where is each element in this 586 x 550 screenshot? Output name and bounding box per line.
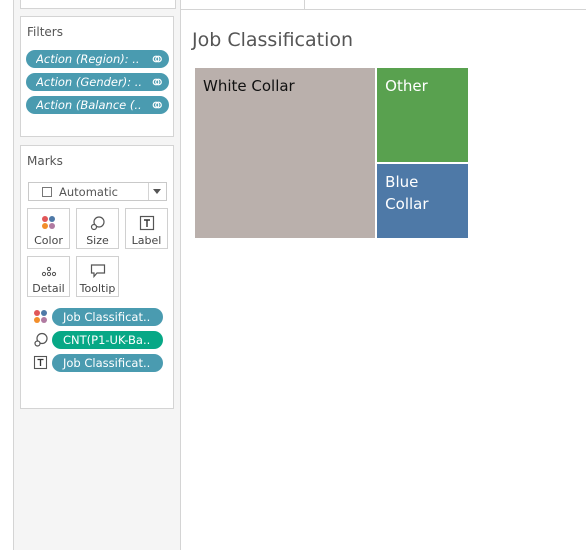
label-icon: [139, 215, 155, 231]
size-icon: [34, 332, 48, 347]
treemap-cell-blue-collar[interactable]: Blue Collar: [377, 163, 468, 238]
label-button[interactable]: Label: [125, 208, 168, 249]
filter-pill-label: Action (Gender): ..: [36, 75, 143, 89]
label-field-pill[interactable]: Job Classificat..: [52, 354, 163, 372]
toolbar-strip: [181, 0, 586, 10]
automatic-mark-icon: [42, 187, 52, 197]
color-button[interactable]: Color: [27, 208, 70, 249]
color-field-pill[interactable]: Job Classificat..: [52, 308, 163, 326]
tooltip-button-label: Tooltip: [79, 282, 116, 295]
label-icon: [33, 355, 48, 370]
view-title: Job Classification: [192, 29, 354, 51]
field-pill-label: Job Classificat..: [63, 356, 151, 370]
link-icon: [152, 55, 162, 63]
tooltip-icon: [90, 264, 106, 279]
marks-title: Marks: [27, 154, 63, 168]
detail-icon: [41, 266, 57, 277]
chevron-down-icon[interactable]: [153, 189, 161, 194]
pages-shelf: [20, 0, 176, 9]
link-icon: [152, 101, 162, 109]
detail-button[interactable]: Detail: [27, 256, 70, 297]
left-edge-strip: [0, 0, 14, 550]
filters-title: Filters: [27, 25, 63, 39]
treemap-cell-white-collar[interactable]: White Collar: [195, 68, 376, 238]
size-field-pill[interactable]: CNT(P1-UK-Ba..: [52, 331, 163, 349]
dropdown-separator: [148, 183, 149, 200]
treemap-cell-other[interactable]: Other: [377, 68, 468, 162]
color-button-label: Color: [34, 234, 63, 247]
filter-pill-region[interactable]: Action (Region): ..: [26, 50, 169, 68]
mark-type-dropdown[interactable]: Automatic: [28, 182, 167, 201]
size-icon: [90, 216, 105, 231]
filter-pill-label: Action (Balance (..: [36, 98, 142, 112]
label-button-label: Label: [131, 234, 162, 247]
color-icon: [34, 310, 47, 323]
size-button[interactable]: Size: [76, 208, 119, 249]
mark-type-label: Automatic: [59, 185, 118, 199]
treemap-label-white-collar: White Collar: [203, 77, 295, 95]
filter-pill-gender[interactable]: Action (Gender): ..: [26, 73, 169, 91]
filters-card: Filters Action (Region): .. Action (Gend…: [20, 16, 174, 137]
filter-pill-label: Action (Region): ..: [36, 52, 140, 66]
filter-pill-balance[interactable]: Action (Balance (..: [26, 96, 169, 114]
field-pill-label: CNT(P1-UK-Ba..: [63, 333, 151, 347]
marks-card: Marks Automatic Color Size Label Detail …: [20, 145, 174, 409]
toolbar-divider: [304, 0, 305, 9]
detail-button-label: Detail: [32, 282, 65, 295]
treemap-label-blue-collar: Blue Collar: [385, 172, 429, 213]
size-button-label: Size: [86, 234, 109, 247]
field-pill-label: Job Classificat..: [63, 310, 151, 324]
treemap-label-other: Other: [385, 77, 428, 95]
link-icon: [152, 78, 162, 86]
color-icon: [42, 216, 55, 229]
tooltip-button[interactable]: Tooltip: [76, 256, 119, 297]
